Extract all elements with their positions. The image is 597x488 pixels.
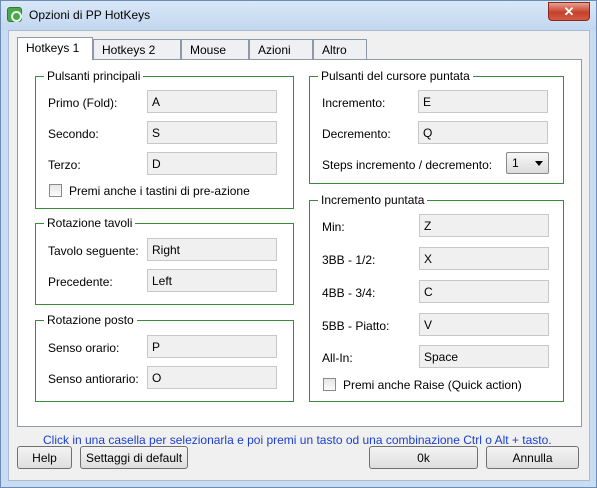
- group-incremento-puntata: Incremento puntata Min: Z 3BB - 1/2: X 4…: [309, 193, 564, 402]
- 5bb-field[interactable]: V: [419, 313, 549, 336]
- group-cursore-puntata: Pulsanti del cursore puntata Incremento:…: [309, 69, 564, 184]
- 3bb-field[interactable]: X: [419, 247, 549, 270]
- decremento-label: Decremento:: [322, 127, 391, 141]
- tab-mouse[interactable]: Mouse: [181, 39, 249, 59]
- 5bb-label: 5BB - Piatto:: [322, 319, 390, 333]
- tavolo-seguente-field[interactable]: Right: [147, 238, 277, 261]
- group-title: Rotazione posto: [44, 313, 137, 327]
- group-title: Rotazione tavoli: [44, 216, 136, 230]
- help-button[interactable]: Help: [17, 446, 72, 469]
- min-field[interactable]: Z: [419, 214, 549, 237]
- dialog-window: Opzioni di PP HotKeys ✕ Hotkeys 1 Hotkey…: [0, 0, 597, 488]
- group-title: Pulsanti principali: [44, 69, 144, 83]
- group-rotazione-posto: Rotazione posto Senso orario: P Senso an…: [35, 313, 294, 402]
- min-label: Min:: [322, 220, 345, 234]
- primo-fold-field[interactable]: A: [147, 90, 277, 113]
- window-title: Opzioni di PP HotKeys: [29, 8, 151, 22]
- incremento-field[interactable]: E: [418, 90, 548, 113]
- tab-hotkeys-1[interactable]: Hotkeys 1: [17, 37, 93, 60]
- tab-azioni[interactable]: Azioni: [249, 39, 313, 59]
- pre-azione-checkbox-label: Premi anche i tastini di pre-azione: [69, 184, 250, 198]
- steps-dropdown-value: 1: [512, 156, 519, 170]
- app-icon: [7, 7, 22, 22]
- precedente-field[interactable]: Left: [147, 269, 277, 292]
- ok-button[interactable]: 0k: [369, 446, 478, 469]
- tab-panel-hotkeys-1: Pulsanti principali Primo (Fold): A Seco…: [17, 59, 582, 447]
- primo-label: Primo (Fold):: [48, 96, 118, 110]
- dialog-client-area: Hotkeys 1 Hotkeys 2 Mouse Azioni Altro P…: [8, 30, 590, 481]
- allin-field[interactable]: Space: [419, 345, 549, 368]
- quick-raise-checkbox[interactable]: [323, 378, 336, 391]
- group-pulsanti-principali: Pulsanti principali Primo (Fold): A Seco…: [35, 69, 294, 209]
- group-rotazione-tavoli: Rotazione tavoli Tavolo seguente: Right …: [35, 216, 294, 305]
- cancel-button[interactable]: Annulla: [486, 446, 579, 469]
- precedente-label: Precedente:: [48, 275, 113, 289]
- senso-orario-label: Senso orario:: [48, 341, 120, 355]
- tab-hotkeys-2[interactable]: Hotkeys 2: [93, 39, 181, 59]
- default-settings-button[interactable]: Settaggi di default: [80, 446, 188, 469]
- steps-dropdown[interactable]: 1: [506, 152, 549, 174]
- senso-antiorario-field[interactable]: O: [147, 366, 277, 389]
- allin-label: All-In:: [322, 351, 353, 365]
- secondo-field[interactable]: S: [147, 121, 277, 144]
- terzo-label: Terzo:: [48, 158, 81, 172]
- instruction-hint: Click in una casella per selezionarla e …: [43, 433, 552, 447]
- incremento-label: Incremento:: [322, 96, 386, 110]
- title-bar: Opzioni di PP HotKeys ✕: [1, 1, 596, 30]
- decremento-field[interactable]: Q: [418, 121, 548, 144]
- chevron-down-icon: [535, 161, 543, 166]
- quick-raise-checkbox-label: Premi anche Raise (Quick action): [343, 378, 522, 392]
- pre-azione-checkbox[interactable]: [49, 184, 62, 197]
- 4bb-label: 4BB - 3/4:: [322, 286, 376, 300]
- tab-altro[interactable]: Altro: [313, 39, 367, 59]
- steps-label: Steps incremento / decremento:: [322, 158, 493, 172]
- group-title: Incremento puntata: [318, 193, 428, 207]
- 4bb-field[interactable]: C: [419, 280, 549, 303]
- close-button[interactable]: ✕: [548, 2, 590, 21]
- 3bb-label: 3BB - 1/2:: [322, 253, 376, 267]
- group-title: Pulsanti del cursore puntata: [318, 69, 473, 83]
- secondo-label: Secondo:: [48, 127, 99, 141]
- senso-antiorario-label: Senso antiorario:: [48, 372, 139, 386]
- tavolo-seguente-label: Tavolo seguente:: [48, 244, 139, 258]
- terzo-field[interactable]: D: [147, 152, 277, 175]
- senso-orario-field[interactable]: P: [147, 335, 277, 358]
